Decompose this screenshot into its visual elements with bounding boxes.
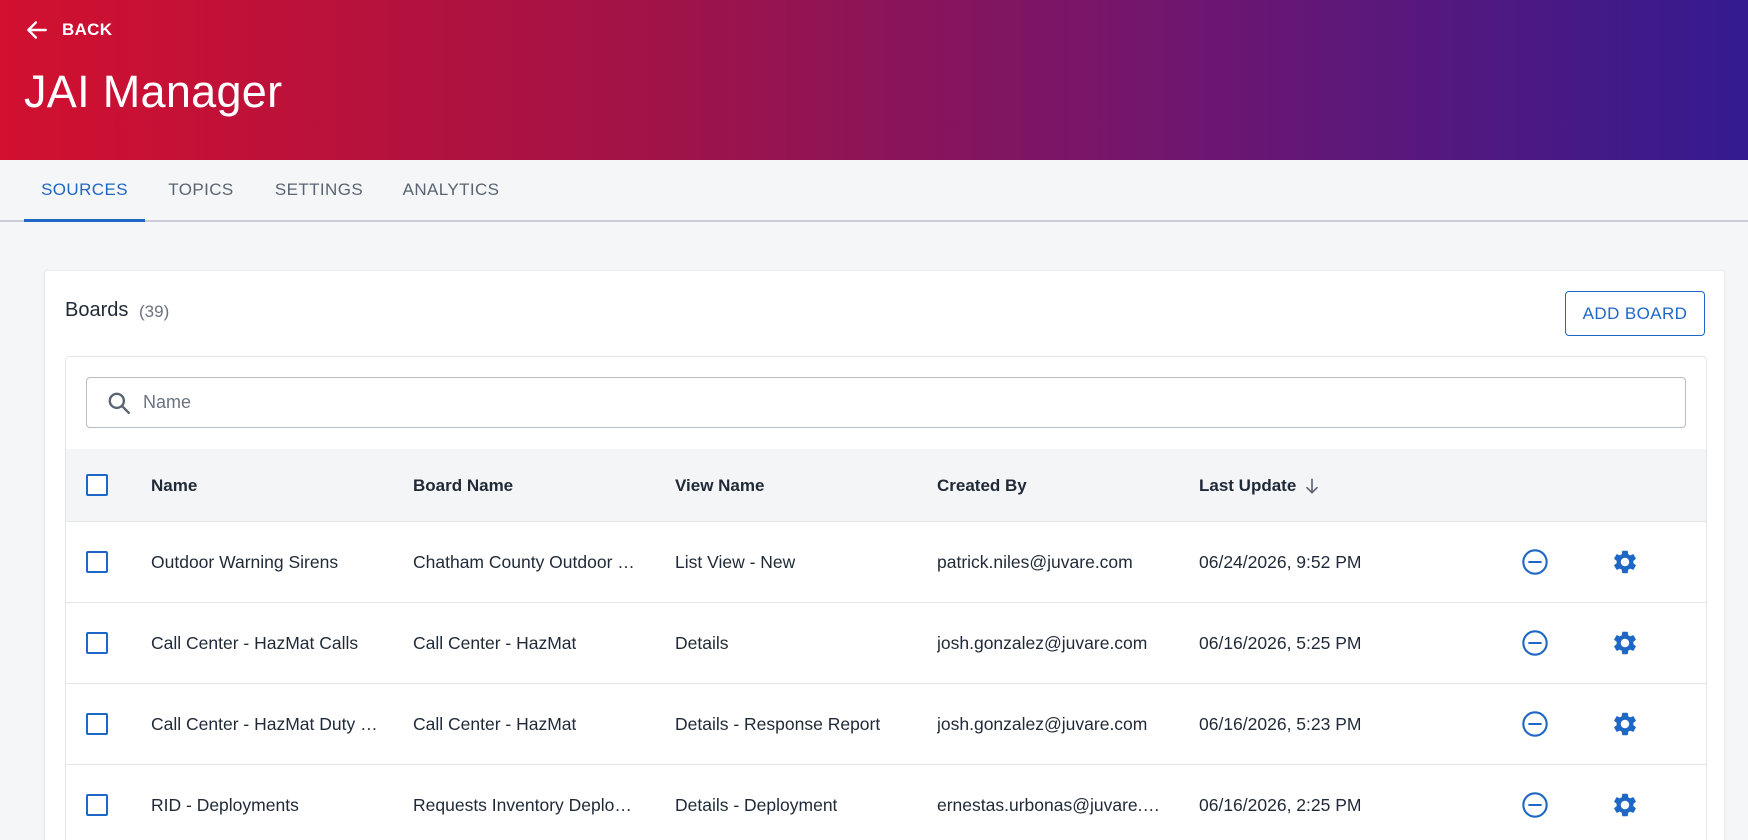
cell-last-update: 06/16/2026, 2:25 PM [1199,794,1362,815]
remove-button[interactable] [1521,548,1549,576]
cell-view-name: Details [675,632,729,653]
search-box [86,377,1686,428]
boards-count: (39) [139,302,170,321]
column-header-board-name[interactable]: Board Name [413,449,513,522]
minus-circle-icon [1522,711,1548,737]
cell-view-name: Details - Response Report [675,713,881,734]
gear-icon [1614,550,1636,574]
cell-created-by: patrick.niles@juvare.com [937,551,1133,572]
cell-last-update: 06/24/2026, 9:52 PM [1199,551,1362,572]
remove-button[interactable] [1521,710,1549,738]
row-checkbox[interactable] [86,551,108,573]
table-row[interactable]: Call Center - HazMat Duty … Call Center … [66,684,1706,765]
app-header: BACK JAI Manager [0,0,1748,160]
cell-board-name: Call Center - HazMat [413,632,577,653]
boards-table: Name Board Name View Name Created By Las… [65,356,1707,840]
cell-created-by: josh.gonzalez@juvare.com [937,632,1148,653]
cell-board-name: Chatham County Outdoor … [413,551,635,572]
table-row[interactable]: RID - Deployments Requests Inventory Dep… [66,765,1706,840]
gear-icon [1614,712,1636,736]
cell-name: Call Center - HazMat Duty … [151,713,378,734]
cell-name: Outdoor Warning Sirens [151,551,339,572]
cell-board-name: Call Center - HazMat [413,713,577,734]
table-row[interactable]: Outdoor Warning Sirens Chatham County Ou… [66,522,1706,603]
settings-button[interactable] [1611,710,1639,738]
remove-button[interactable] [1521,791,1549,819]
boards-title: Boards [65,299,129,321]
tab-bar: SOURCES TOPICS SETTINGS ANALYTICS [0,160,1748,222]
search-input[interactable] [143,378,1663,427]
row-checkbox[interactable] [86,713,108,735]
cell-last-update: 06/16/2026, 5:23 PM [1199,713,1362,734]
table-header: Name Board Name View Name Created By Las… [66,449,1706,522]
tab-topics[interactable]: TOPICS [160,160,242,220]
tab-settings[interactable]: SETTINGS [266,160,372,220]
cell-board-name: Requests Inventory Deplo… [413,794,632,815]
column-header-created-by[interactable]: Created By [937,449,1027,522]
gear-icon [1614,793,1636,817]
minus-circle-icon [1522,630,1548,656]
minus-circle-icon [1522,792,1548,818]
tab-sources[interactable]: SOURCES [24,160,145,222]
last-update-label: Last Update [1199,475,1297,495]
cell-name: RID - Deployments [151,794,299,815]
column-header-view-name[interactable]: View Name [675,449,764,522]
remove-button[interactable] [1521,629,1549,657]
search-icon [108,392,130,414]
arrow-left-icon [27,21,47,39]
table-row[interactable]: Call Center - HazMat Calls Call Center -… [66,603,1706,684]
settings-button[interactable] [1611,629,1639,657]
minus-circle-icon [1522,549,1548,575]
back-label: BACK [62,20,113,39]
arrow-down-icon [1306,478,1319,493]
back-button[interactable]: BACK [24,16,112,44]
boards-card: Boards (39) ADD BOARD Name Board Name Vi… [44,270,1725,840]
row-checkbox[interactable] [86,632,108,654]
cell-last-update: 06/16/2026, 5:25 PM [1199,632,1362,653]
page-title: JAI Manager [24,66,283,117]
add-board-button[interactable]: ADD BOARD [1565,291,1705,336]
settings-button[interactable] [1611,791,1639,819]
gear-icon [1614,631,1636,655]
column-header-last-update[interactable]: Last Update [1199,449,1322,522]
cell-created-by: josh.gonzalez@juvare.com [937,713,1148,734]
cell-name: Call Center - HazMat Calls [151,632,359,653]
cell-created-by: ernestas.urbonas@juvare.… [937,794,1161,815]
row-checkbox[interactable] [86,794,108,816]
column-header-name[interactable]: Name [151,449,197,522]
cell-view-name: List View - New [675,551,796,572]
select-all-checkbox[interactable] [86,474,108,496]
cell-view-name: Details - Deployment [675,794,838,815]
settings-button[interactable] [1611,548,1639,576]
tab-analytics[interactable]: ANALYTICS [396,160,506,220]
